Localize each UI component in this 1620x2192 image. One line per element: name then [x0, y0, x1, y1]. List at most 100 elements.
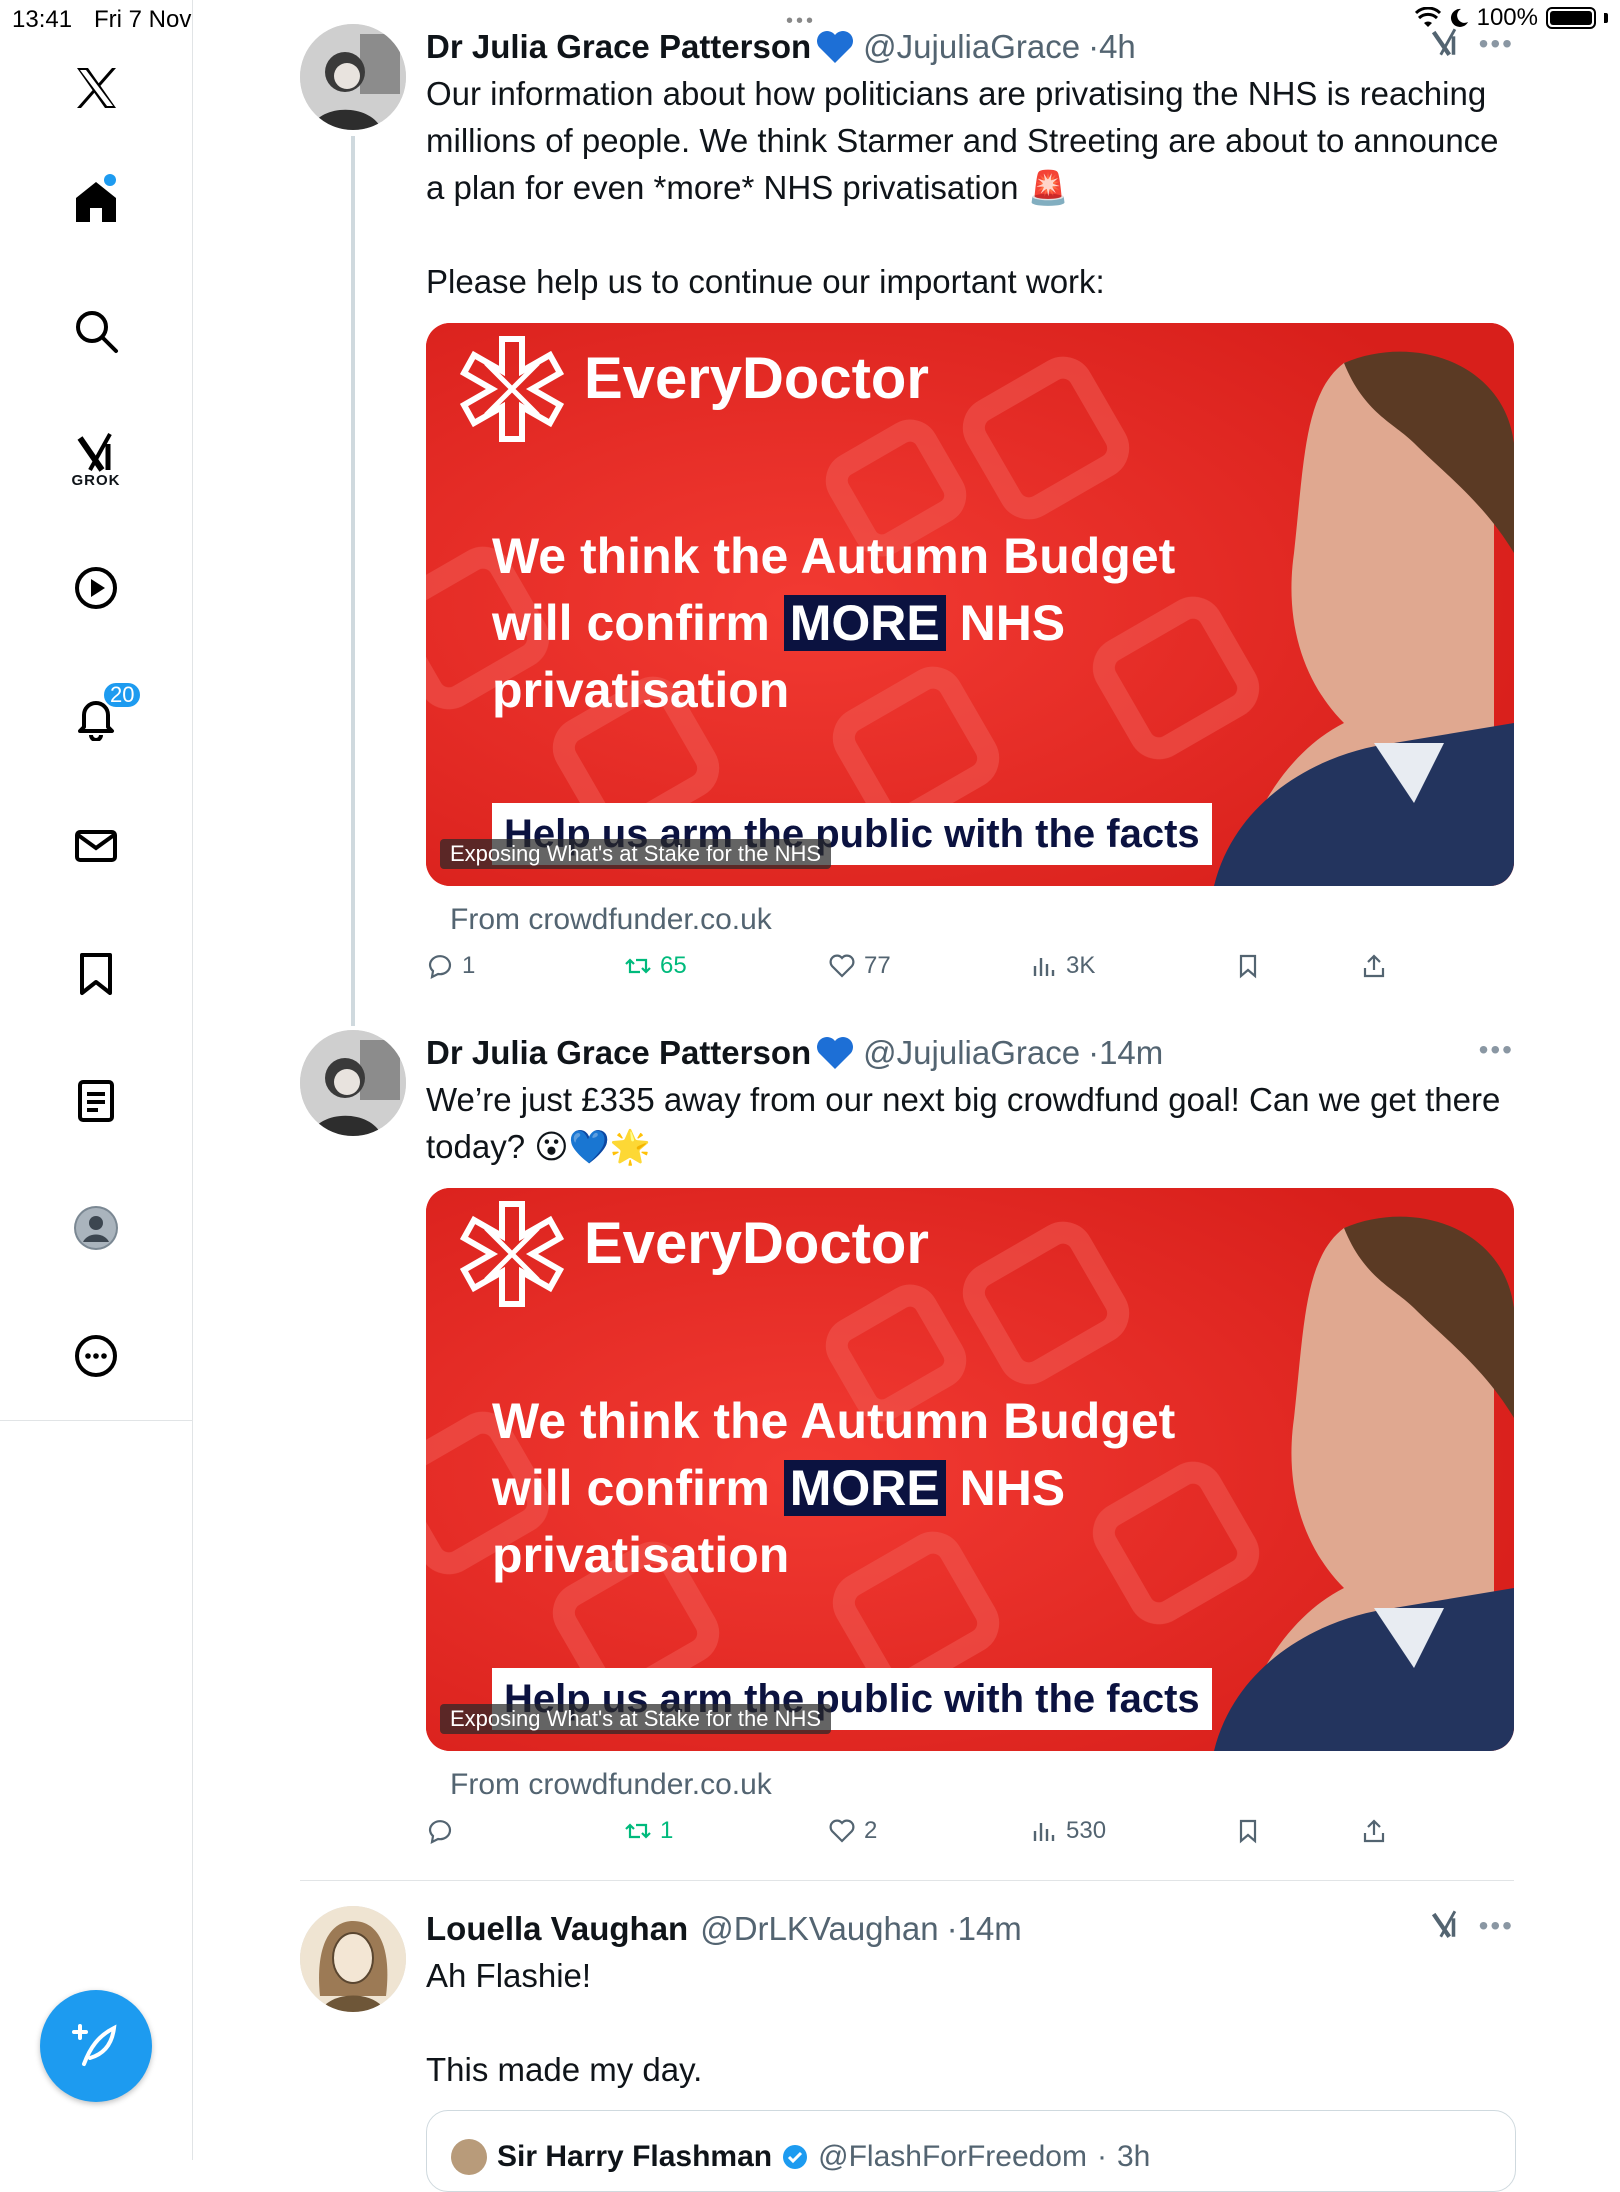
card-headline: We think the Autumn Budget will confirm … — [492, 1388, 1252, 1589]
quoted-author-name: Sir Harry Flashman — [497, 2140, 773, 2173]
like-button[interactable]: 77 — [828, 952, 891, 980]
reply-count: 1 — [462, 952, 476, 979]
dot-separator: · — [1088, 28, 1100, 65]
heart-icon — [829, 954, 855, 978]
repost-button[interactable]: 1 — [624, 1817, 673, 1845]
sidebar-item-notifications[interactable]: 20 — [56, 677, 143, 757]
tweet-divider — [300, 1880, 1514, 1881]
card-headline-line3: privatisation — [492, 1527, 790, 1583]
views-button[interactable]: 3K — [1030, 952, 1095, 980]
tweet-more-icon[interactable]: ••• — [1479, 1034, 1514, 1066]
repost-count: 65 — [660, 952, 687, 979]
quoted-time: 3h — [1116, 2140, 1151, 2173]
card-caption: Exposing What's at Stake for the NHS — [440, 839, 832, 869]
card-source[interactable]: From crowdfunder.co.uk — [450, 1761, 1514, 1809]
card-brand: EveryDoctor — [584, 1211, 929, 1276]
views-button[interactable]: 530 — [1030, 1817, 1106, 1845]
author-name[interactable]: Louella Vaughan — [426, 1910, 688, 1948]
dot-separator: · — [1088, 1034, 1100, 1071]
repost-icon — [625, 958, 651, 974]
card-headline-line2: will confirm MORE NHS — [492, 590, 1252, 657]
search-icon — [76, 311, 118, 353]
battery-tip — [1604, 13, 1608, 23]
tweet-more-icon[interactable]: ••• — [1479, 28, 1514, 60]
sidebar-item-profile[interactable] — [56, 1188, 136, 1268]
sidebar-item-grok[interactable]: GROK — [56, 418, 136, 498]
grok-small-icon[interactable] — [1428, 24, 1462, 60]
author-name[interactable]: Dr Julia Grace Patterson — [426, 28, 811, 66]
reply-button[interactable] — [426, 1817, 462, 1845]
tweet-time[interactable]: 14m — [1099, 1034, 1163, 1072]
author-handle[interactable]: @JujuliaGrace — [863, 1034, 1080, 1072]
sidebar-item-lists[interactable] — [56, 1061, 136, 1141]
blue-heart-icon — [817, 31, 854, 63]
like-button[interactable]: 2 — [828, 1817, 877, 1845]
reply-button[interactable]: 1 — [426, 952, 475, 980]
share-button[interactable] — [1360, 1817, 1388, 1845]
bookmark-icon — [1239, 954, 1257, 979]
card-headline-line2a: will confirm — [492, 595, 784, 651]
bookmark-button[interactable] — [1234, 1817, 1262, 1845]
grok-label: GROK — [71, 471, 121, 489]
like-count: 77 — [864, 952, 891, 979]
card-headline-line2b: NHS — [945, 1460, 1066, 1516]
sidebar-item-more[interactable] — [56, 1316, 136, 1396]
tweet-actions: 1 2 530 — [426, 1809, 1514, 1865]
reply-icon — [428, 955, 452, 979]
quoted-tweet[interactable]: Sir Harry Flashman @FlashForFreedom · 3h — [426, 2110, 1516, 2192]
sidebar-item-video[interactable] — [56, 548, 136, 628]
avatar[interactable] — [300, 1030, 406, 1136]
repost-button[interactable]: 65 — [624, 952, 687, 980]
tweet-text: We’re just £335 away from our next big c… — [426, 1081, 1510, 1165]
heart-icon — [829, 1819, 855, 1843]
tweet-header: Dr Julia Grace Patterson @JujuliaGrace ·… — [426, 1030, 1514, 1076]
card-headline-line2b: NHS — [945, 595, 1066, 651]
x-logo-svg — [77, 68, 116, 108]
avatar[interactable] — [300, 1906, 406, 2012]
list-doc-icon — [78, 1080, 114, 1122]
tweet-actions: 1 65 77 3K — [426, 944, 1514, 1000]
sidebar-item-messages[interactable] — [56, 806, 136, 886]
compose-button[interactable] — [40, 1990, 152, 2102]
link-card[interactable]: EveryDoctor We think the Autumn Budget w… — [426, 323, 1514, 886]
tweet-body: Dr Julia Grace Patterson @JujuliaGrace ·… — [426, 1030, 1514, 1865]
sidebar-item-bookmarks[interactable] — [56, 934, 136, 1014]
repost-icon — [625, 1823, 651, 1839]
repost-count: 1 — [660, 1817, 674, 1844]
play-circle-icon — [75, 567, 117, 609]
sidebar: GROK 20 — [0, 0, 193, 2160]
battery-icon — [1546, 7, 1596, 29]
notifications-badge: 20 — [102, 681, 143, 709]
tweet-body: Louella Vaughan @DrLKVaughan · 14m ••• A… — [426, 1906, 1514, 2093]
more-circle-icon — [75, 1335, 117, 1377]
sidebar-item-search[interactable] — [56, 291, 136, 371]
author-name[interactable]: Dr Julia Grace Patterson — [426, 1034, 811, 1072]
tweet-body: Dr Julia Grace Patterson @JujuliaGrace ·… — [426, 24, 1514, 1000]
tweet-time[interactable]: 14m — [958, 1910, 1022, 1948]
views-count: 3K — [1066, 952, 1096, 979]
author-handle[interactable]: @JujuliaGrace — [863, 28, 1080, 66]
sidebar-item-home[interactable] — [56, 162, 136, 242]
avatar[interactable] — [300, 24, 406, 130]
bookmark-icon — [1239, 1819, 1257, 1844]
card-headline-more: MORE — [783, 1460, 946, 1516]
bookmark-button[interactable] — [1234, 952, 1262, 980]
card-headline-line1: We think the Autumn Budget — [492, 528, 1176, 584]
card-caption: Exposing What's at Stake for the NHS — [440, 1704, 832, 1734]
card-headline-line2a: will confirm — [492, 1460, 784, 1516]
quoted-author-handle: @FlashForFreedom — [818, 2140, 1087, 2173]
views-chart-icon — [1033, 958, 1055, 976]
author-handle[interactable]: @DrLKVaughan — [700, 1910, 938, 1948]
x-logo-icon[interactable] — [56, 48, 136, 128]
link-card[interactable]: EveryDoctor We think the Autumn Budget w… — [426, 1188, 1514, 1751]
home-unread-dot — [104, 174, 116, 186]
avatar-sketch — [300, 1906, 406, 2012]
quoted-avatar — [451, 2139, 487, 2175]
tweet-time[interactable]: 4h — [1099, 28, 1136, 66]
tweet-header: Louella Vaughan @DrLKVaughan · 14m — [426, 1906, 1514, 1952]
card-source[interactable]: From crowdfunder.co.uk — [450, 896, 1514, 944]
card-headline: We think the Autumn Budget will confirm … — [492, 523, 1252, 724]
grok-small-icon[interactable] — [1428, 1906, 1462, 1942]
share-button[interactable] — [1360, 952, 1388, 980]
tweet-more-icon[interactable]: ••• — [1479, 1910, 1514, 1942]
